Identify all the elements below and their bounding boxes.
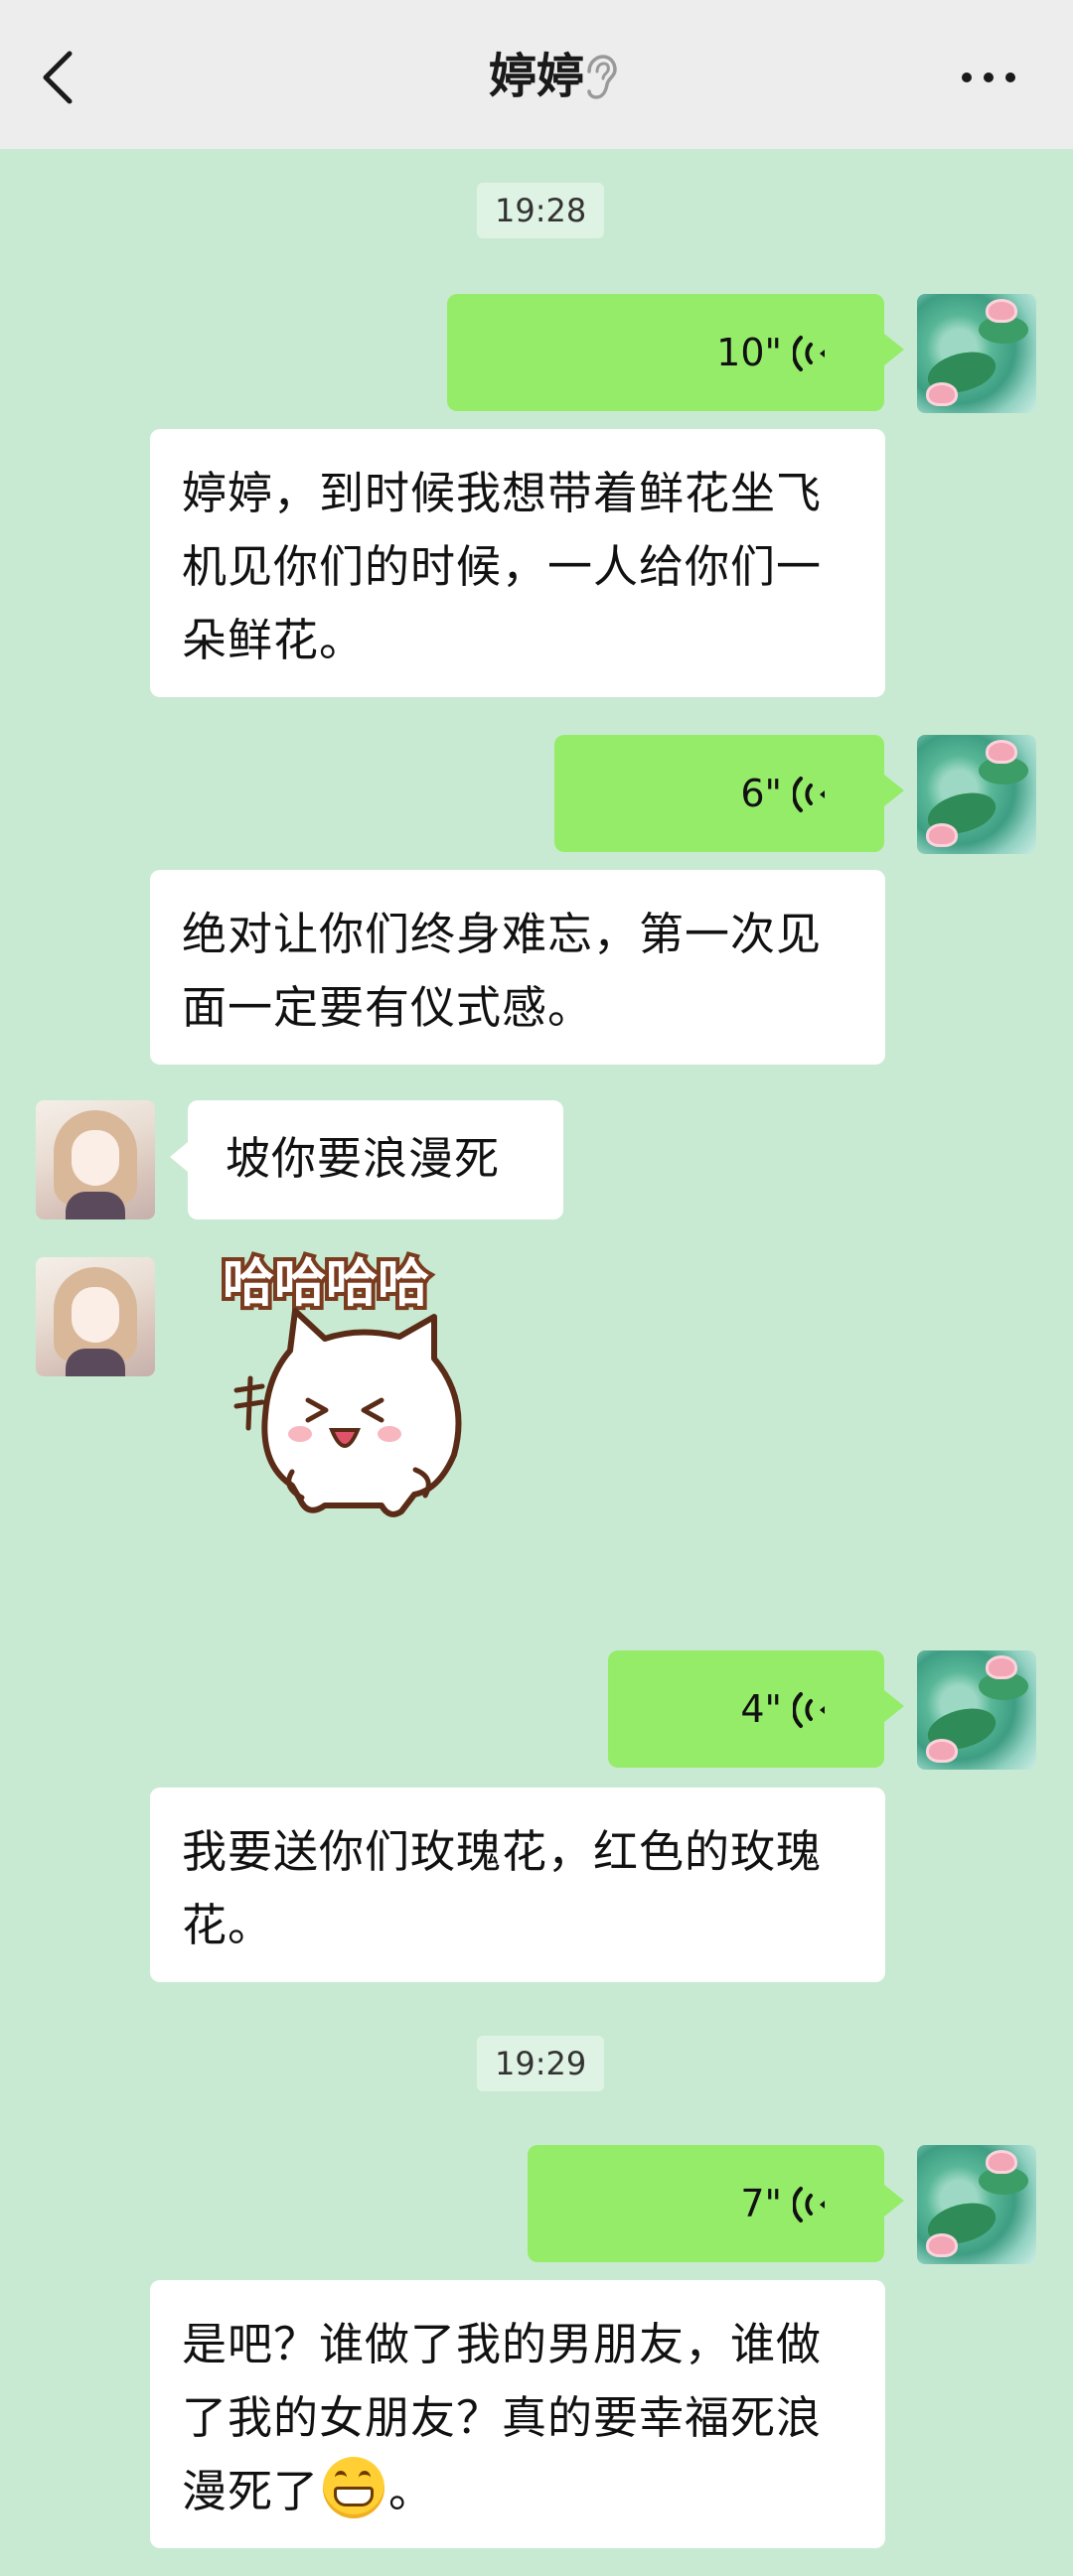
voice-duration: 6" <box>740 772 782 815</box>
message-bubble: 是吧？谁做了我的男朋友，谁做了我的女朋友？真的要幸福死浪漫死了。 <box>150 2280 885 2548</box>
more-dots-icon[interactable] <box>959 70 1018 85</box>
voice-wave-icon <box>793 1692 825 1728</box>
my-avatar[interactable] <box>917 735 1036 854</box>
message-text: 婷婷，到时候我想带着鲜花坐飞机见你们的时候，一人给你们一朵鲜花。 <box>182 467 823 666</box>
voice-message[interactable]: 4" <box>608 1650 904 1768</box>
contact-avatar[interactable] <box>36 1100 155 1219</box>
timestamp: 19:29 <box>477 2036 605 2091</box>
message-text: 坡你要浪漫死 <box>226 1132 501 1185</box>
message-bubble: 我要送你们玫瑰花，红色的玫瑰花。 <box>150 1788 885 1982</box>
voice-message[interactable]: 6" <box>554 735 904 852</box>
voice-wave-icon <box>793 777 825 812</box>
chat-title: 婷婷 <box>488 49 584 104</box>
voice-message[interactable]: 10" <box>447 294 904 411</box>
voice-wave-icon <box>793 2187 825 2222</box>
message-bubble: 坡你要浪漫死 <box>170 1100 563 1219</box>
timestamp: 19:28 <box>477 183 605 238</box>
message-text-end: 。 <box>388 2465 435 2517</box>
voice-message[interactable]: 7" <box>528 2145 904 2262</box>
voice-duration: 4" <box>740 1687 782 1731</box>
grin-emoji-icon <box>323 2457 385 2518</box>
message-text: 是吧？谁做了我的男朋友，谁做了我的女朋友？真的要幸福死浪漫死了 <box>182 2318 823 2517</box>
message-bubble: 绝对让你们终身难忘，第一次见面一定要有仪式感。 <box>150 870 885 1065</box>
message-text: 绝对让你们终身难忘，第一次见面一定要有仪式感。 <box>182 908 823 1034</box>
voice-duration: 7" <box>740 2182 782 2225</box>
cat-sticker[interactable]: 哈哈哈哈 <box>191 1251 548 1619</box>
my-avatar[interactable] <box>917 1650 1036 1770</box>
ear-icon <box>587 55 617 99</box>
voice-wave-icon <box>793 336 825 371</box>
my-avatar[interactable] <box>917 2145 1036 2264</box>
my-avatar[interactable] <box>917 294 1036 413</box>
sticker-text: 哈哈哈哈 <box>223 1254 429 1314</box>
top-bar: 婷婷 <box>0 0 1073 149</box>
message-text: 我要送你们玫瑰花，红色的玫瑰花。 <box>182 1825 823 1951</box>
contact-avatar[interactable] <box>36 1257 155 1376</box>
message-bubble: 婷婷，到时候我想带着鲜花坐飞机见你们的时候，一人给你们一朵鲜花。 <box>150 429 885 697</box>
voice-duration: 10" <box>716 331 782 374</box>
